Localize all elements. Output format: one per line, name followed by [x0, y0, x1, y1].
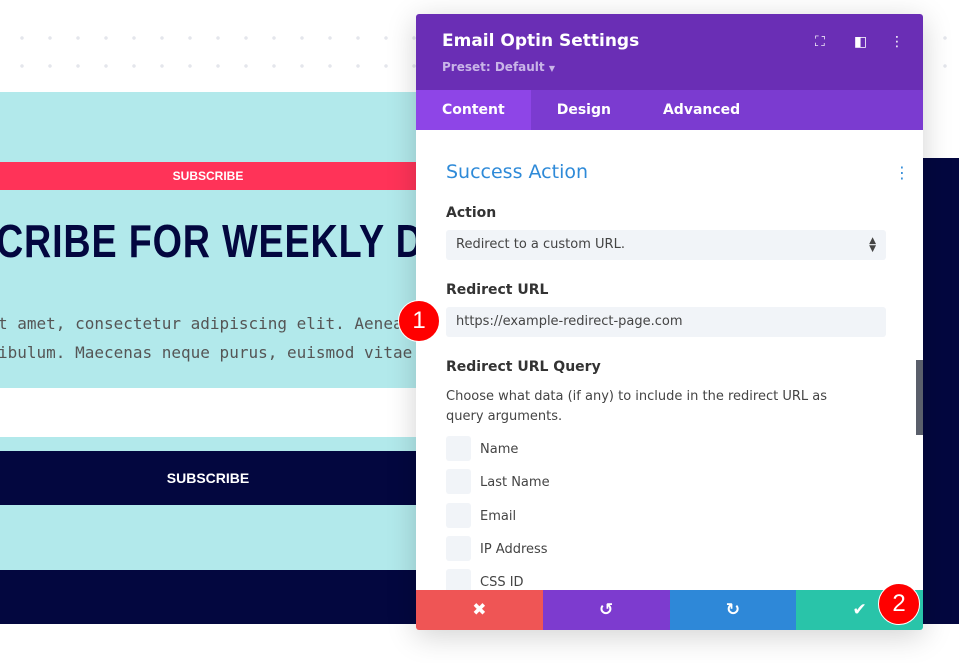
redirect-url-label: Redirect URL — [446, 282, 549, 298]
close-icon: ✖ — [472, 600, 487, 620]
checkbox-email[interactable] — [446, 503, 471, 528]
step-badge-2: 2 — [878, 583, 920, 625]
checkbox-name[interactable] — [446, 436, 471, 461]
cancel-button[interactable]: ✖ — [416, 590, 543, 630]
query-description: Choose what data (if any) to include in … — [446, 389, 827, 424]
panel-title: Email Optin Settings — [442, 31, 640, 51]
tab-design[interactable]: Design — [531, 90, 637, 130]
action-label: Action — [446, 205, 497, 221]
section-menu-icon[interactable]: ⋮ — [894, 163, 910, 182]
query-label: Redirect URL Query — [446, 359, 601, 375]
checkbox-label: Last Name — [480, 475, 550, 490]
panel-footer: ✖ ↺ ↻ ✔ — [416, 590, 923, 630]
redo-icon: ↻ — [725, 600, 740, 620]
tab-advanced[interactable]: Advanced — [637, 90, 766, 130]
section-title[interactable]: Success Action — [446, 161, 588, 183]
checkbox-label: IP Address — [480, 542, 548, 557]
check-icon: ✔ — [852, 600, 867, 620]
preset-dropdown[interactable]: Preset: Default ▼ — [442, 60, 555, 74]
settings-panel: Email Optin Settings Preset: Default ▼ ⛶… — [416, 14, 923, 630]
checkbox-ip-address[interactable] — [446, 536, 471, 561]
select-arrows-icon: ▲ ▼ — [869, 236, 876, 254]
undo-button[interactable]: ↺ — [542, 590, 670, 630]
dot-pattern — [0, 20, 420, 70]
panel-body: Success Action ⋮ Action Redirect to a cu… — [416, 130, 923, 594]
preset-label: Preset: Default — [442, 60, 545, 74]
sidebar-layout-icon[interactable]: ◧ — [854, 34, 867, 50]
paragraph-line: t amet, consectetur adipiscing elit. Aen… — [0, 314, 403, 333]
action-select[interactable]: Redirect to a custom URL. ▲ ▼ — [446, 230, 886, 260]
footer-band — [0, 570, 416, 624]
redo-button[interactable]: ↻ — [669, 590, 797, 630]
action-value: Redirect to a custom URL. — [456, 237, 625, 252]
redirect-url-input[interactable]: https://example-redirect-page.com — [446, 307, 886, 337]
checkbox-label: Name — [480, 442, 519, 457]
dot-pattern — [923, 20, 959, 70]
tab-content[interactable]: Content — [416, 90, 531, 130]
panel-header: Email Optin Settings Preset: Default ▼ ⛶… — [416, 14, 923, 90]
more-vertical-icon[interactable]: ⋮ — [890, 34, 904, 50]
checkbox-label: Email — [480, 509, 517, 524]
caret-down-icon: ▼ — [548, 64, 555, 73]
step-badge-1: 1 — [398, 300, 440, 342]
scrollbar[interactable] — [916, 360, 923, 435]
subscribe-banner[interactable]: SUBSCRIBE — [0, 162, 416, 190]
undo-icon: ↺ — [599, 600, 614, 620]
checkbox-label: CSS ID — [480, 575, 524, 590]
focus-icon[interactable]: ⛶ — [815, 34, 825, 50]
paragraph-line: ibulum. Maecenas neque purus, euismod vi… — [0, 343, 413, 362]
checkbox-last-name[interactable] — [446, 469, 471, 494]
headline: CRIBE FOR WEEKLY DEA — [0, 215, 478, 267]
subscribe-button[interactable]: SUBSCRIBE — [0, 451, 416, 505]
tab-bar: Content Design Advanced — [416, 90, 923, 130]
